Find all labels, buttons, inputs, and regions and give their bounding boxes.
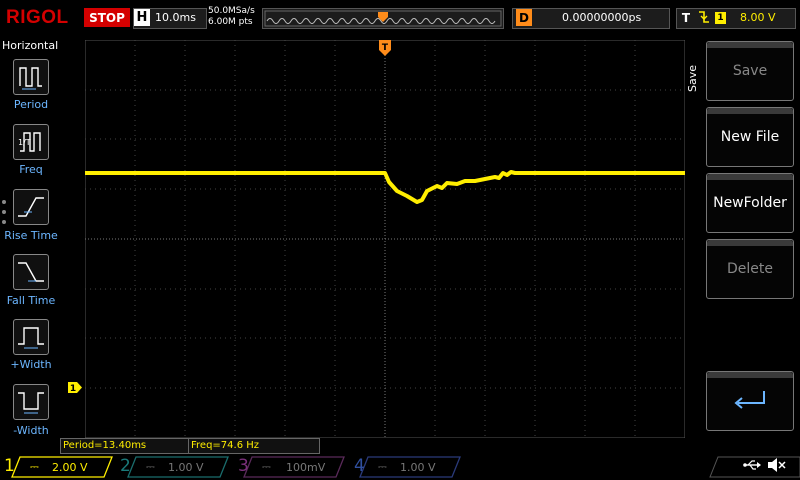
overview-trigger-icon bbox=[378, 7, 388, 22]
ch1-marker-text: 1 bbox=[70, 384, 76, 393]
ch1-scale[interactable]: 2.00 V bbox=[52, 457, 88, 477]
ch4-scale[interactable]: 1.00 V bbox=[400, 457, 436, 477]
fall-time-button[interactable] bbox=[13, 254, 49, 290]
trigger-level: 8.00 V bbox=[740, 11, 776, 24]
rise-time-label: Rise Time bbox=[4, 229, 58, 242]
menu-page-dot bbox=[2, 210, 6, 214]
freq-button[interactable]: 1/T bbox=[13, 124, 49, 160]
ch4-coupling-icon: ⎓ bbox=[378, 460, 387, 473]
trigger-marker-text: T bbox=[382, 43, 389, 53]
ch1-coupling-icon: ⎓ bbox=[30, 460, 39, 473]
usb-icon bbox=[742, 458, 762, 476]
ch1-ground-marker[interactable]: 1 bbox=[68, 378, 82, 394]
period-icon bbox=[19, 67, 42, 90]
speaker-muted-icon[interactable] bbox=[766, 457, 786, 477]
delete-button[interactable]: Delete bbox=[706, 239, 794, 299]
new-file-button[interactable]: New File bbox=[706, 107, 794, 167]
period-label: Period bbox=[13, 98, 49, 111]
new-folder-button[interactable]: NewFolder bbox=[706, 173, 794, 233]
freq-measurement: Freq=74.6 Hz bbox=[188, 438, 320, 454]
fall-time-label: Fall Time bbox=[6, 294, 56, 307]
rigol-logo: RIGOL bbox=[6, 7, 69, 28]
ch2-scale[interactable]: 1.00 V bbox=[168, 457, 204, 477]
freq-icon: 1/T bbox=[18, 132, 41, 152]
fall-time-icon bbox=[18, 262, 44, 282]
menu-title: Horizontal bbox=[2, 39, 59, 52]
save-button[interactable]: Save bbox=[706, 41, 794, 101]
delay-label: D bbox=[516, 9, 532, 26]
timebase-value: 10.0ms bbox=[155, 11, 196, 24]
sample-rate: 50.0MSa/s bbox=[208, 6, 255, 16]
ch2-number[interactable]: 2 bbox=[120, 456, 131, 476]
save-menu-title: Save bbox=[686, 64, 699, 92]
pos-width-label: +Width bbox=[10, 358, 52, 371]
ch3-number[interactable]: 3 bbox=[238, 456, 249, 476]
rise-time-button[interactable] bbox=[13, 189, 49, 225]
trigger-label: T bbox=[681, 10, 691, 25]
delay-value: 0.00000000ps bbox=[562, 11, 642, 24]
ch3-coupling-icon: ⎓ bbox=[262, 460, 271, 473]
falling-edge-icon bbox=[697, 9, 711, 29]
memory-depth: 6.00M pts bbox=[208, 17, 253, 27]
svg-text:1/T: 1/T bbox=[18, 138, 31, 147]
run-stop-indicator[interactable]: STOP bbox=[84, 8, 130, 27]
ch1-number[interactable]: 1 bbox=[4, 456, 15, 476]
trigger-box[interactable] bbox=[676, 8, 796, 29]
trigger-source-badge: 1 bbox=[715, 12, 726, 24]
rise-time-icon bbox=[18, 197, 44, 217]
freq-label: Freq bbox=[19, 163, 43, 176]
period-measurement: Period=13.40ms bbox=[60, 438, 190, 454]
menu-page-dot bbox=[2, 200, 6, 204]
waveform-display[interactable] bbox=[85, 40, 685, 438]
neg-width-label: -Width bbox=[13, 424, 49, 437]
pos-width-button[interactable] bbox=[13, 319, 49, 355]
menu-page-dot bbox=[2, 220, 6, 224]
neg-width-icon bbox=[18, 392, 44, 414]
period-button[interactable] bbox=[13, 59, 49, 95]
horizontal-label: H bbox=[134, 9, 150, 26]
ch3-scale[interactable]: 100mV bbox=[286, 457, 325, 477]
ch2-coupling-icon: ⎓ bbox=[146, 460, 155, 473]
enter-return-icon bbox=[734, 391, 765, 409]
pos-width-icon bbox=[18, 327, 44, 349]
enter-button[interactable] bbox=[706, 371, 794, 431]
neg-width-button[interactable] bbox=[13, 384, 49, 420]
trigger-position-marker[interactable]: T bbox=[379, 40, 391, 56]
ch4-number[interactable]: 4 bbox=[354, 456, 365, 476]
